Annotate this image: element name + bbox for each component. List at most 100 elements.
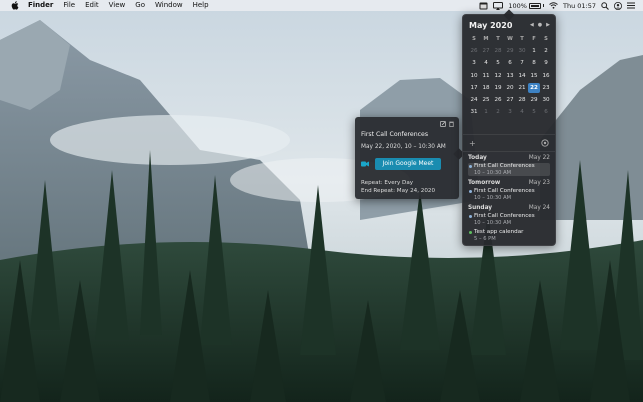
- month-title: May 2020: [469, 20, 513, 30]
- menu-app-name[interactable]: Finder: [28, 0, 53, 11]
- day-cell[interactable]: 7: [516, 58, 528, 68]
- battery-percent: 100%: [508, 1, 527, 10]
- day-cell[interactable]: 9: [540, 58, 552, 68]
- day-cell[interactable]: 29: [528, 95, 540, 105]
- agenda-day: Today May 22 First Call Conferences 10 – 10…: [468, 155, 550, 176]
- day-cell[interactable]: 8: [528, 58, 540, 68]
- agenda-event-time: 10 – 10:30 AM: [474, 220, 512, 226]
- day-cell[interactable]: 4: [480, 58, 492, 68]
- day-cell[interactable]: 14: [516, 71, 528, 81]
- day-cell[interactable]: 6: [504, 58, 516, 68]
- day-cell[interactable]: 15: [528, 71, 540, 81]
- list-icon[interactable]: [627, 1, 635, 10]
- day-cell[interactable]: 26: [468, 46, 480, 56]
- battery-indicator[interactable]: 100%: [508, 2, 544, 10]
- week-row: 31 1 2 3 4 5 6: [468, 106, 552, 118]
- month-grid: S M T W T F S 26 27 28 29 30 1 2 3 4 5 6 7 8 9 10 11 12 13 14 15 16…: [468, 33, 552, 118]
- calendar-popover: May 2020 ◀ ● ▶ S M T W T F S 26 27 28 29 30 1 2 3 4 5 6 7 8…: [462, 9, 556, 246]
- day-cell[interactable]: 2: [492, 107, 504, 117]
- day-cell[interactable]: 1: [528, 46, 540, 56]
- search-icon[interactable]: [601, 1, 609, 10]
- day-cell[interactable]: 19: [492, 83, 504, 93]
- day-cell[interactable]: 18: [480, 83, 492, 93]
- calendar-status-icon[interactable]: [479, 1, 488, 10]
- day-cell[interactable]: 11: [480, 71, 492, 81]
- previous-month-icon[interactable]: ◀: [530, 22, 534, 28]
- day-cell[interactable]: 25: [480, 95, 492, 105]
- edit-icon[interactable]: [440, 121, 446, 129]
- day-cell[interactable]: 5: [528, 107, 540, 117]
- day-cell[interactable]: 29: [504, 46, 516, 56]
- day-cell[interactable]: 3: [468, 58, 480, 68]
- weekday-header: F: [532, 36, 536, 43]
- menu-view[interactable]: View: [109, 0, 126, 11]
- agenda-day: Tomorrow May 23 First Call Conferences 10 –…: [468, 180, 550, 201]
- battery-icon: [528, 2, 541, 9]
- day-cell[interactable]: 5: [492, 58, 504, 68]
- video-camera-icon: [361, 161, 369, 167]
- menu-file[interactable]: File: [63, 0, 75, 11]
- add-event-button[interactable]: +: [469, 139, 476, 149]
- day-cell[interactable]: 30: [540, 95, 552, 105]
- weekday-header: W: [507, 36, 513, 43]
- day-cell[interactable]: 13: [504, 71, 516, 81]
- menu-go[interactable]: Go: [135, 0, 145, 11]
- day-cell[interactable]: 28: [516, 95, 528, 105]
- week-row: 24 25 26 27 28 29 30: [468, 94, 552, 106]
- day-cell[interactable]: 4: [516, 107, 528, 117]
- day-cell[interactable]: 2: [540, 46, 552, 56]
- menu-help[interactable]: Help: [193, 0, 209, 11]
- next-month-icon[interactable]: ▶: [546, 22, 550, 28]
- day-cell[interactable]: 27: [480, 46, 492, 56]
- wifi-icon[interactable]: [549, 1, 558, 10]
- agenda-event[interactable]: First Call Conferences 10 – 10:30 AM: [468, 213, 550, 226]
- day-cell[interactable]: 21: [516, 83, 528, 93]
- agenda-event[interactable]: Test app calendar 5 – 6 PM: [468, 229, 550, 242]
- settings-gear-icon[interactable]: [541, 139, 549, 149]
- event-title: First Call Conferences: [361, 131, 429, 138]
- day-cell[interactable]: 24: [468, 95, 480, 105]
- day-cell[interactable]: 1: [480, 107, 492, 117]
- day-cell[interactable]: 12: [492, 71, 504, 81]
- menu-bar: Finder File Edit View Go Window Help 100…: [0, 0, 643, 11]
- agenda-event-time: 5 – 6 PM: [474, 236, 496, 242]
- day-cell[interactable]: 6: [540, 107, 552, 117]
- week-row: 17 18 19 20 21 22 23: [468, 82, 552, 94]
- day-cell[interactable]: 3: [504, 107, 516, 117]
- agenda-event[interactable]: First Call Conferences 10 – 10:30 AM: [468, 163, 550, 176]
- week-row: 26 27 28 29 30 1 2: [468, 45, 552, 57]
- event-detail-popover: First Call Conferences May 22, 2020, 10 …: [355, 117, 465, 199]
- airplay-icon[interactable]: [493, 1, 504, 10]
- join-google-meet-button[interactable]: Join Google Meet: [375, 158, 441, 170]
- apple-icon[interactable]: [10, 1, 19, 10]
- agenda-day-name: Sunday: [468, 205, 493, 211]
- event-repeat: Repeat: Every Day: [361, 180, 414, 186]
- agenda-day-date: May 23: [528, 180, 550, 186]
- agenda-day: Sunday May 24 First Call Conferences 10 – 1…: [468, 205, 550, 242]
- menubar-clock[interactable]: Thu 01:57: [563, 2, 596, 10]
- agenda-event-title: First Call Conferences: [474, 188, 535, 194]
- agenda-day-name: Today: [468, 155, 487, 161]
- week-row: 3456789: [468, 57, 552, 69]
- day-cell[interactable]: 16: [540, 71, 552, 81]
- day-cell[interactable]: 27: [504, 95, 516, 105]
- day-cell[interactable]: 23: [540, 83, 552, 93]
- menu-window[interactable]: Window: [155, 0, 183, 11]
- day-cell[interactable]: 10: [468, 71, 480, 81]
- day-cell[interactable]: 17: [468, 83, 480, 93]
- calendar-color-dot-icon: [469, 165, 472, 168]
- agenda-day-name: Tomorrow: [468, 180, 501, 186]
- user-icon[interactable]: [614, 1, 622, 10]
- agenda-event[interactable]: First Call Conferences 10 – 10:30 AM: [468, 188, 550, 201]
- day-cell-today[interactable]: 22: [528, 82, 540, 93]
- trash-icon[interactable]: [449, 121, 454, 129]
- agenda-event-title: First Call Conferences: [474, 213, 535, 219]
- day-cell[interactable]: 28: [492, 46, 504, 56]
- day-cell[interactable]: 20: [504, 83, 516, 93]
- day-cell[interactable]: 31: [468, 107, 480, 117]
- day-cell[interactable]: 30: [516, 46, 528, 56]
- event-end-repeat: End Repeat: May 24, 2020: [361, 188, 436, 194]
- today-dot-icon[interactable]: ●: [538, 22, 542, 28]
- day-cell[interactable]: 26: [492, 95, 504, 105]
- menu-edit[interactable]: Edit: [85, 0, 99, 11]
